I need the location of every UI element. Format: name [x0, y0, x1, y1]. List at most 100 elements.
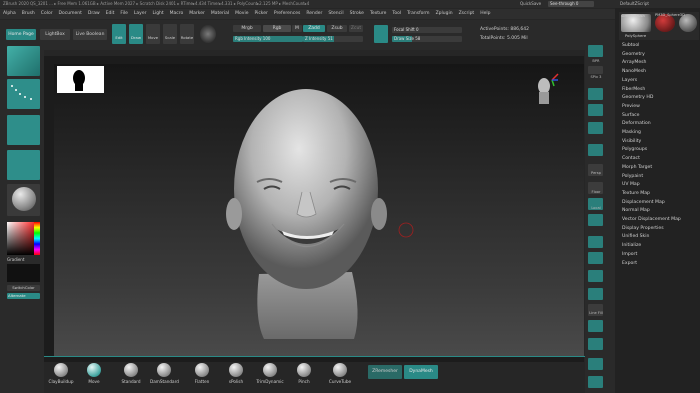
- tool-subpalette-geometry-hd[interactable]: Geometry HD: [622, 94, 681, 103]
- bpr-render-button[interactable]: [588, 45, 603, 57]
- tool-subpalette-uv-map[interactable]: UV Map: [622, 181, 681, 190]
- menu-item-transform[interactable]: Transform: [404, 9, 432, 19]
- draw-size-slider[interactable]: Draw Size 58: [392, 36, 462, 42]
- zremesher-button[interactable]: ZRemesher: [368, 365, 402, 379]
- menu-item-document[interactable]: Document: [56, 9, 85, 19]
- tool-subpalette-polypaint[interactable]: Polypaint: [622, 173, 681, 182]
- tool-subpalette-layers[interactable]: Layers: [622, 77, 681, 86]
- tool-subpalette-unified-skin[interactable]: Unified Skin: [622, 233, 681, 242]
- z-intensity-slider[interactable]: Z Intensity 51: [303, 36, 363, 42]
- menu-item-layer[interactable]: Layer: [131, 9, 150, 19]
- m-button[interactable]: M: [292, 25, 302, 32]
- menu-item-zplugin[interactable]: Zplugin: [433, 9, 456, 19]
- tool-subpalette-masking[interactable]: Masking: [622, 129, 681, 138]
- tool-subpalette-initialize[interactable]: Initialize: [622, 242, 681, 251]
- menu-item-zscript[interactable]: Zscript: [456, 9, 478, 19]
- tool-subpalette-deformation[interactable]: Deformation: [622, 120, 681, 129]
- menu-item-material[interactable]: Material: [208, 9, 232, 19]
- menu-item-file[interactable]: File: [117, 9, 131, 19]
- switch-color-button[interactable]: SwitchColor: [7, 285, 40, 291]
- alpha-selector-icon[interactable]: [7, 115, 40, 145]
- brush-pinch[interactable]: Pinch: [290, 363, 318, 384]
- lightbox-button[interactable]: LightBox: [40, 29, 70, 40]
- tool-subpalette-arraymesh[interactable]: ArrayMesh: [622, 59, 681, 68]
- stroke-selector-icon[interactable]: [7, 79, 40, 109]
- menu-item-color[interactable]: Color: [38, 9, 56, 19]
- zsub-button[interactable]: Zsub: [327, 25, 347, 32]
- material-selector-icon[interactable]: [7, 184, 40, 216]
- hue-slider[interactable]: [34, 222, 40, 255]
- tool-subpalette-subtool[interactable]: Subtool: [622, 42, 681, 51]
- brush-selector-icon[interactable]: [7, 46, 40, 76]
- menu-item-draw[interactable]: Draw: [85, 9, 103, 19]
- zoom-button[interactable]: [588, 104, 603, 116]
- transp-button[interactable]: [588, 338, 603, 350]
- tool-subpalette-display-properties[interactable]: Display Properties: [622, 225, 681, 234]
- actual-button[interactable]: [588, 122, 603, 134]
- gizmo-preview[interactable]: [532, 70, 560, 110]
- dynamesh-button[interactable]: DynaMesh: [404, 365, 438, 379]
- aahalf-button[interactable]: [588, 144, 603, 156]
- tool-subpalette-surface[interactable]: Surface: [622, 112, 681, 121]
- texture-selector-icon[interactable]: [7, 150, 40, 180]
- gradient-label[interactable]: Gradient: [7, 257, 24, 262]
- alternate-button[interactable]: Alternate: [7, 293, 40, 299]
- menu-item-brush[interactable]: Brush: [19, 9, 38, 19]
- tool-subpalette-visibility[interactable]: Visibility: [622, 138, 681, 147]
- brush-damstandard[interactable]: DamStandard: [150, 363, 179, 384]
- menu-item-movie[interactable]: Movie: [232, 9, 251, 19]
- tool-subpalette-preview[interactable]: Preview: [622, 103, 681, 112]
- home-page-button[interactable]: Home Page: [6, 29, 36, 40]
- menu-item-picker[interactable]: Picker: [251, 9, 270, 19]
- menu-item-stroke[interactable]: Stroke: [347, 9, 367, 19]
- tool-subpalette-normal-map[interactable]: Normal Map: [622, 207, 681, 216]
- brush-standard[interactable]: Standard: [117, 363, 145, 384]
- tool-subpalette-import[interactable]: Import: [622, 251, 681, 260]
- polyf-button[interactable]: [588, 320, 603, 332]
- menu-item-macro[interactable]: Macro: [167, 9, 187, 19]
- tool-subpalette-morph-target[interactable]: Morph Target: [622, 164, 681, 173]
- tool-subpalette-texture-map[interactable]: Texture Map: [622, 190, 681, 199]
- tool-subpalette-contact[interactable]: Contact: [622, 155, 681, 164]
- rotate-view-button[interactable]: [588, 288, 603, 300]
- material-icon[interactable]: [200, 25, 216, 43]
- move-button[interactable]: Move: [146, 24, 160, 44]
- edit-button[interactable]: Edit: [112, 24, 126, 44]
- menu-item-edit[interactable]: Edit: [103, 9, 118, 19]
- default-zscript-button[interactable]: DefaultZScript: [620, 0, 649, 8]
- brush-curvetube[interactable]: CurveTube: [326, 363, 354, 384]
- live-boolean-button[interactable]: Live Boolean: [73, 29, 107, 40]
- zoom3d-button[interactable]: [588, 270, 603, 282]
- brush-settings-icon[interactable]: [374, 25, 388, 43]
- tool-subpalette-nanomesh[interactable]: NanoMesh: [622, 68, 681, 77]
- menu-item-help[interactable]: Help: [477, 9, 493, 19]
- menu-item-marker[interactable]: Marker: [186, 9, 208, 19]
- menu-item-render[interactable]: Render: [303, 9, 325, 19]
- brush-trimdynamic[interactable]: TrimDynamic: [256, 363, 284, 384]
- tool-subpalette-vector-displacement-map[interactable]: Vector Displacement Map: [622, 216, 681, 225]
- draw-button[interactable]: Draw: [129, 24, 143, 44]
- scroll-button[interactable]: [588, 88, 603, 100]
- viewport-canvas[interactable]: [54, 64, 584, 356]
- menu-item-stencil[interactable]: Stencil: [325, 9, 346, 19]
- tool-subpalette-displacement-map[interactable]: Displacement Map: [622, 199, 681, 208]
- menu-item-tool[interactable]: Tool: [389, 9, 404, 19]
- see-through-slider[interactable]: See-through 0: [548, 1, 594, 7]
- navigator-thumbnail[interactable]: [57, 66, 104, 93]
- color-swatch[interactable]: [7, 264, 40, 282]
- xpose-button[interactable]: [588, 376, 603, 388]
- brush-move[interactable]: Move: [80, 363, 108, 384]
- solo-button[interactable]: [588, 358, 603, 370]
- sym-button[interactable]: [588, 214, 603, 226]
- brush-flatten[interactable]: Flatten: [188, 363, 216, 384]
- rgb-button[interactable]: Rgb: [263, 25, 291, 32]
- scale-button[interactable]: Scale: [163, 24, 177, 44]
- head-model[interactable]: [54, 64, 584, 356]
- move-view-button[interactable]: [588, 252, 603, 264]
- spix-slider[interactable]: [588, 66, 603, 74]
- menu-item-texture[interactable]: Texture: [367, 9, 389, 19]
- tool-subpalette-export[interactable]: Export: [622, 260, 681, 269]
- zcut-button[interactable]: Zcut: [349, 25, 363, 32]
- menu-item-preferences[interactable]: Preferences: [271, 9, 303, 19]
- quicksave-button[interactable]: QuickSave: [520, 0, 541, 8]
